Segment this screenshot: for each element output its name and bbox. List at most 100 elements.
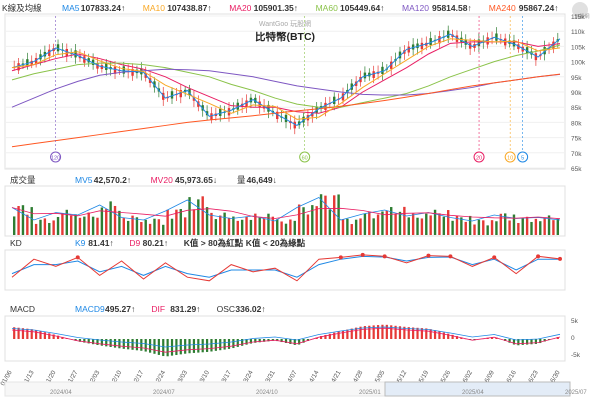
legend-value: 45,973.65↓ <box>175 175 217 185</box>
osc-bar <box>166 339 169 357</box>
volume-bar <box>271 216 275 235</box>
volume-bar <box>530 221 533 235</box>
osc-bar <box>429 329 432 339</box>
y-tick-label: 115k <box>571 14 585 21</box>
osc-bar <box>205 339 209 352</box>
y-tick-label: 100k <box>571 60 586 67</box>
osc-bar <box>175 339 178 355</box>
legend-name: DIF <box>151 304 165 314</box>
osc-bar <box>118 339 121 349</box>
osc-bar <box>420 328 424 339</box>
osc-bar <box>219 339 222 351</box>
volume-bar <box>297 204 301 235</box>
volume-bar <box>210 212 213 235</box>
legend-name: MV20 <box>151 175 173 185</box>
volume-bar <box>420 218 424 235</box>
volume-bar <box>315 206 318 235</box>
candle-body <box>210 113 213 120</box>
kd-red-dot <box>536 254 541 259</box>
volume-bar <box>105 209 108 235</box>
volume-bar <box>363 213 367 235</box>
legend-value: K值 > 80為紅點 <box>184 238 244 248</box>
overview-label: 2024/07 <box>153 390 175 396</box>
osc-bar <box>227 339 231 349</box>
candle-body <box>170 91 174 99</box>
ma-lines <box>11 33 561 148</box>
volume-bar <box>236 220 239 235</box>
legend-name: MACD9 <box>75 304 105 314</box>
volume-bar <box>43 218 47 235</box>
osc-bar <box>197 339 200 353</box>
volume-bar <box>223 212 226 235</box>
volume-bar <box>48 222 51 235</box>
legend-name: MA5 <box>62 3 80 13</box>
series-ma240 <box>11 73 561 148</box>
legend-name: MA240 <box>489 3 516 13</box>
legend-name: D9 <box>129 238 140 248</box>
price-panel-label: K線及均線 <box>2 3 42 13</box>
osc-bar <box>153 339 156 354</box>
volume-bar <box>490 220 494 235</box>
volume-bar <box>328 209 332 235</box>
osc-bar <box>184 339 187 354</box>
volume-bar <box>284 223 288 235</box>
volume-bar <box>482 220 485 235</box>
series-ma20 <box>11 41 561 114</box>
volume-bar <box>258 217 261 235</box>
marker-label: 10 <box>507 156 513 162</box>
macd-panel-label: MACD <box>10 304 35 314</box>
volume-bar <box>69 215 73 235</box>
kd-red-dot <box>338 255 343 260</box>
legend-value: 831.29↑ <box>170 304 200 314</box>
volume-bar <box>91 216 95 235</box>
volume-bar <box>337 194 340 235</box>
kd-red-dot <box>426 253 431 258</box>
candle-body <box>372 71 375 78</box>
volume-bar <box>21 205 25 235</box>
volume-bar <box>61 213 64 235</box>
volume-bar <box>411 213 415 235</box>
legend-value: 81.41↑ <box>88 238 114 248</box>
osc-bar <box>17 327 20 339</box>
legend-value: 42,570.2↑ <box>94 175 131 185</box>
volume-bar <box>464 221 467 235</box>
volume-bar <box>26 214 29 235</box>
legend-value: 336.02↑ <box>235 304 265 314</box>
price-y-axis: 115k 110k 105k 100k 95k 90k 85k 80k 75k 70k 65k <box>571 14 586 173</box>
volume-bar <box>240 219 244 235</box>
volume-bar <box>451 220 454 235</box>
volume-bar <box>543 217 546 235</box>
volume-bar <box>398 211 402 235</box>
osc-bar <box>157 339 160 355</box>
volume-bar <box>403 206 406 235</box>
macd-bars <box>11 324 561 357</box>
volume-bar <box>293 220 296 235</box>
osc-bar <box>26 328 29 339</box>
volume-bar <box>539 221 542 235</box>
osc-bar <box>144 339 147 352</box>
volume-bar <box>280 221 283 235</box>
y-tick-label: 90k <box>571 90 582 97</box>
y-tick-label: 65k <box>571 166 582 173</box>
macd-legend: MACD9 495.27↑ DIF 831.29↑ OSC 336.02↑ <box>75 304 266 314</box>
volume-bar <box>179 209 182 235</box>
series-ma60 <box>11 44 561 108</box>
y-tick-label: 70k <box>571 151 582 158</box>
price-legend: MA5 107833.24↑ MA10 107438.87↑ MA20 105901.35… <box>62 3 559 13</box>
volume-bar <box>232 216 235 235</box>
volume-bar <box>122 218 125 235</box>
volume-bar <box>556 218 560 235</box>
osc-bar <box>214 339 217 351</box>
volume-bar <box>381 211 384 235</box>
volume-bar <box>534 218 538 235</box>
volume-bar <box>425 213 428 235</box>
volume-panel-label: 成交量 <box>10 175 36 185</box>
kd-red-dot <box>448 254 453 259</box>
volume-bar <box>512 214 516 235</box>
osc-bar <box>43 332 46 339</box>
volume-bar <box>311 205 314 235</box>
chart-title: 比特幣(BTC) <box>255 30 315 43</box>
kd-panel-frame <box>4 249 566 291</box>
volume-bar <box>140 222 143 235</box>
volume-bar <box>170 218 174 235</box>
